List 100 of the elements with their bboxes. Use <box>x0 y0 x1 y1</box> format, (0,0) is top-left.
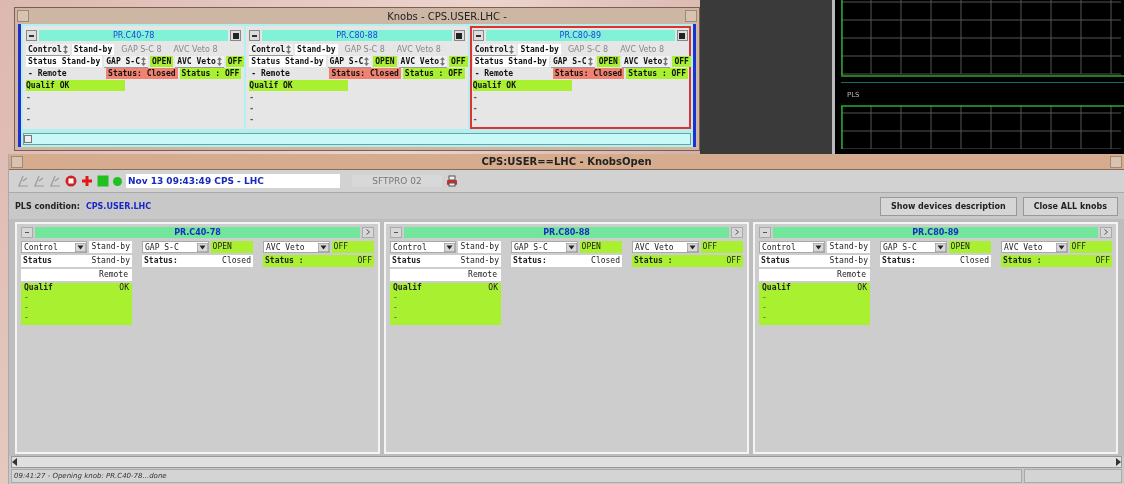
qualif-value: OK <box>857 283 867 293</box>
close-button[interactable] <box>230 30 242 41</box>
qualif-label: Qualif <box>393 283 422 293</box>
state-value: OFF <box>225 56 245 67</box>
action-button[interactable]: Show devices description <box>879 196 1017 216</box>
chevron-right-icon <box>366 229 370 235</box>
dash-text: - <box>249 92 256 103</box>
minus-icon <box>29 34 34 37</box>
stop-icon[interactable] <box>65 175 77 187</box>
selector-button[interactable]: GAP S-C <box>104 55 148 68</box>
collapse-button[interactable] <box>759 226 771 238</box>
knob-title: PR.C80-88 <box>404 226 729 238</box>
dropdown-arrow-icon[interactable] <box>813 242 825 252</box>
selector-button[interactable]: GAP S-C <box>550 55 595 68</box>
state-value: OPEN <box>596 56 620 67</box>
dropdown[interactable]: GAP S-C <box>880 241 947 253</box>
plus-icon[interactable] <box>81 175 93 187</box>
column-header: GAP S-C 8 <box>343 45 386 54</box>
dash-text: - <box>24 293 30 303</box>
dropdown-arrow-icon[interactable] <box>686 242 698 252</box>
status-label: Status : <box>265 255 304 267</box>
column-header: AVC Veto 8 <box>395 45 442 54</box>
action-button[interactable]: Close ALL knobs <box>1022 196 1118 216</box>
printer-icon[interactable] <box>446 175 458 187</box>
menu-button[interactable] <box>472 30 484 41</box>
dash-text: - <box>762 293 768 303</box>
square-icon <box>456 32 463 39</box>
menu-button[interactable] <box>26 30 37 41</box>
scrollbar[interactable] <box>11 456 1122 468</box>
state-value: Stand-by <box>458 241 501 253</box>
collapse-button[interactable] <box>21 226 33 238</box>
dropdown[interactable]: Control <box>21 241 88 253</box>
column-header: AVC Veto 8 <box>619 45 666 54</box>
status-value: Stand-by <box>460 255 499 267</box>
dash-text: - <box>24 303 30 313</box>
dropdown-arrow-icon[interactable] <box>934 242 946 252</box>
up-down-arrow-icon <box>140 56 146 66</box>
collapse-button[interactable] <box>390 226 402 238</box>
up-down-arrow-icon <box>62 44 68 54</box>
selector-button[interactable]: GAP S-C <box>327 55 372 68</box>
expand-button[interactable] <box>731 226 743 238</box>
status-label: Status: <box>882 255 916 267</box>
close-button[interactable] <box>453 30 465 41</box>
control-value: Stand-by <box>295 44 338 55</box>
dropdown-arrow-icon[interactable] <box>565 242 577 252</box>
condition-link[interactable]: CPS.USER.LHC <box>85 201 152 211</box>
dropdown-arrow-icon[interactable] <box>196 242 208 252</box>
expand-button[interactable] <box>362 226 374 238</box>
scroll-left-icon[interactable] <box>12 458 18 466</box>
up-down-arrow-icon <box>509 44 515 54</box>
close-button[interactable] <box>677 30 688 41</box>
dash-text: - <box>472 92 479 103</box>
control-button[interactable]: Control <box>472 43 517 56</box>
dropdown[interactable]: AVC Veto <box>632 241 699 253</box>
up-down-arrow-icon <box>663 56 669 66</box>
up-down-arrow-icon <box>216 56 222 66</box>
up-down-arrow-icon <box>587 56 593 66</box>
mode-text: - Remote <box>27 68 68 79</box>
state-value: OFF <box>331 241 374 253</box>
dropdown-arrow-icon[interactable] <box>444 242 456 252</box>
qualif-value: OK <box>488 283 498 293</box>
dropdown-arrow-icon[interactable] <box>317 242 329 252</box>
dropdown-arrow-icon[interactable] <box>75 242 87 252</box>
dropdown[interactable]: GAP S-C <box>511 241 578 253</box>
dash-text: - <box>762 313 768 323</box>
dash-text: - <box>249 114 256 125</box>
scroll-right-icon[interactable] <box>1115 458 1121 466</box>
status-value: OFF <box>357 255 372 267</box>
control-button[interactable]: Control <box>26 43 70 56</box>
dropdown[interactable]: AVC Veto <box>263 241 330 253</box>
selector-button[interactable]: AVC Veto <box>621 55 671 68</box>
scrollbar[interactable] <box>23 133 691 145</box>
column-header: AVC Veto 8 <box>172 45 219 54</box>
chevron-right-icon <box>1104 229 1108 235</box>
control-button[interactable]: Control <box>249 43 294 56</box>
status-label: Status: <box>513 255 547 267</box>
dropdown[interactable]: GAP S-C <box>142 241 209 253</box>
dash-text: - <box>26 103 32 114</box>
status-text: Status: Closed <box>329 68 401 79</box>
selector-button[interactable]: AVC Veto <box>175 55 224 68</box>
dash-text: - <box>393 293 399 303</box>
state-value: OFF <box>449 56 468 67</box>
minus-icon <box>25 231 29 233</box>
control-value: Stand-by <box>71 44 115 55</box>
dash-text: - <box>393 303 399 313</box>
state-value: Stand-by <box>827 241 870 253</box>
status-value: OFF <box>726 255 741 267</box>
state-value: OFF <box>700 241 743 253</box>
selector-button[interactable]: AVC Veto <box>398 55 448 68</box>
expand-button[interactable] <box>1100 226 1112 238</box>
dropdown[interactable]: Control <box>759 241 826 253</box>
dropdown-arrow-icon[interactable] <box>1055 242 1067 252</box>
status-label: Status <box>392 255 421 267</box>
dropdown[interactable]: Control <box>390 241 457 253</box>
mode-text: - Remote <box>473 68 515 79</box>
state-value: OFF <box>672 56 691 67</box>
dash-text: - <box>472 114 479 125</box>
dropdown[interactable]: AVC Veto <box>1001 241 1068 253</box>
state-value: OFF <box>1069 241 1112 253</box>
menu-button[interactable] <box>249 30 261 41</box>
